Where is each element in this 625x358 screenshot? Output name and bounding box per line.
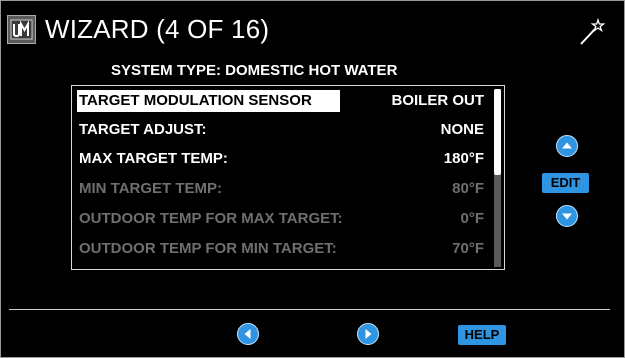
setting-value: BOILER OUT (391, 92, 485, 109)
scroll-down-button[interactable] (556, 205, 578, 227)
setting-value: 180°F (443, 150, 484, 167)
setting-row-target-modulation-sensor[interactable]: TARGET MODULATION SENSOR BOILER OUT (77, 90, 484, 112)
previous-button[interactable] (237, 323, 259, 345)
help-button[interactable]: HELP (458, 325, 506, 345)
setting-label: TARGET ADJUST: (79, 121, 207, 138)
wizard-screen: WIZARD (4 OF 16) SYSTEM TYPE: DOMESTIC H… (0, 0, 625, 358)
chevron-up-icon (562, 142, 572, 149)
setting-value: 70°F (452, 240, 484, 257)
chevron-right-icon (365, 329, 372, 339)
setting-row-outdoor-temp-min-target: OUTDOOR TEMP FOR MIN TARGET: 70°F (77, 238, 484, 260)
setting-row-outdoor-temp-max-target: OUTDOOR TEMP FOR MAX TARGET: 0°F (77, 208, 484, 230)
setting-row-min-target-temp: MIN TARGET TEMP: 80°F (77, 178, 484, 200)
um-logo-icon (7, 15, 36, 44)
setting-row-max-target-temp[interactable]: MAX TARGET TEMP: 180°F (77, 148, 484, 170)
setting-label: MAX TARGET TEMP: (79, 150, 228, 167)
scrollbar-thumb[interactable] (494, 89, 501, 175)
setting-label: TARGET MODULATION SENSOR (77, 90, 340, 112)
scrollbar[interactable] (494, 89, 501, 267)
setting-label: OUTDOOR TEMP FOR MIN TARGET: (79, 240, 337, 257)
setting-value: NONE (440, 121, 484, 138)
edit-button[interactable]: EDIT (542, 173, 589, 193)
chevron-down-icon (562, 213, 572, 220)
setting-row-target-adjust[interactable]: TARGET ADJUST: NONE (77, 119, 484, 141)
system-type-label: SYSTEM TYPE: DOMESTIC HOT WATER (111, 62, 398, 79)
settings-list: TARGET MODULATION SENSOR BOILER OUT TARG… (71, 85, 505, 270)
chevron-left-icon (244, 329, 251, 339)
footer-divider (9, 309, 610, 310)
magic-wand-icon[interactable] (576, 17, 606, 47)
page-title: WIZARD (4 OF 16) (45, 14, 270, 44)
setting-value: 80°F (452, 180, 484, 197)
next-button[interactable] (357, 323, 379, 345)
setting-value: 0°F (460, 210, 484, 227)
setting-label: OUTDOOR TEMP FOR MAX TARGET: (79, 210, 343, 227)
setting-label: MIN TARGET TEMP: (79, 180, 223, 197)
scroll-up-button[interactable] (556, 135, 578, 157)
